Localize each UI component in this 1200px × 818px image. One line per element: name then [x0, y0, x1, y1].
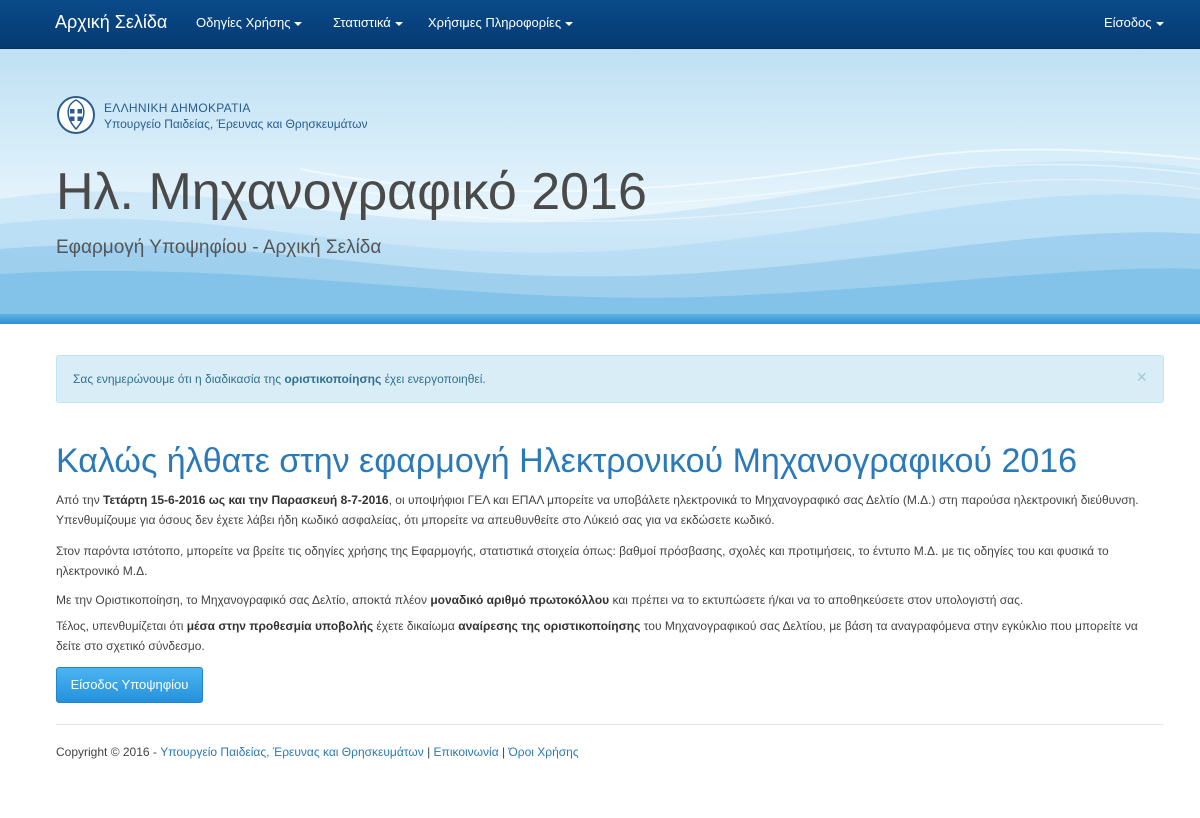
- p3-bold: μοναδικό αριθμό πρωτοκόλλου: [430, 593, 610, 607]
- nav-brand-home[interactable]: Αρχική Σελίδα: [55, 11, 167, 33]
- nav-login-label: Είσοδος: [1104, 15, 1152, 30]
- alert-text-post: έχει ενεργοποιηθεί.: [381, 372, 486, 386]
- p3-a: Με την Οριστικοποίηση, το Μηχανογραφικό …: [56, 593, 431, 607]
- p1-a: Από την: [56, 493, 104, 507]
- page-subtitle: Εφαρμογή Υποψηφίου - Αρχική Σελίδα: [56, 237, 382, 258]
- caret-down-icon: [394, 21, 403, 26]
- alert-text-bold: οριστικοποίησης: [284, 372, 382, 386]
- greek-emblem-icon: [57, 96, 95, 134]
- paragraph-site-info: Στον παρόντα ιστότοπο, μπορείτε να βρείτ…: [56, 544, 1109, 578]
- p3-c: και πρέπει να το εκτυπώσετε ή/και να το …: [609, 593, 1024, 607]
- alert-text-pre: Σας ενημερώνουμε ότι η διαδικασία της: [73, 372, 285, 386]
- nav-statistics-label: Στατιστικά: [333, 15, 391, 30]
- caret-down-icon: [565, 21, 574, 26]
- p1-dates: Τετάρτη 15-6-2016 ως και την Παρασκευή 8…: [103, 493, 389, 507]
- caret-down-icon: [1155, 21, 1164, 26]
- footer-divider: [56, 724, 1164, 725]
- top-navbar: Αρχική Σελίδα Οδηγίες Χρήσης Στατιστικά …: [0, 0, 1200, 49]
- paragraph-reminder: Τέλος, υπενθυμίζεται ότι μέσα στην προθε…: [56, 616, 1164, 656]
- p4-bold-deadline: μέσα στην προθεσμία υποβολής: [186, 619, 374, 633]
- footer-ministry-link[interactable]: Υπουργείο Παιδείας, Έρευνας και Θρησκευμ…: [160, 745, 424, 759]
- alert-message: Σας ενημερώνουμε ότι η διαδικασία της ορ…: [73, 372, 486, 386]
- nav-instructions-label: Οδηγίες Χρήσης: [196, 15, 291, 30]
- paragraph-dates: Από την Τετάρτη 15-6-2016 ως και την Παρ…: [56, 490, 1164, 530]
- gov-line-ministry: Υπουργείο Παιδείας, Έρευνας και Θρησκευμ…: [104, 117, 368, 131]
- caret-down-icon: [294, 21, 303, 26]
- footer-separator: |: [423, 745, 434, 759]
- nav-useful-info[interactable]: Χρήσιμες Πληροφορίες: [428, 15, 574, 31]
- close-icon[interactable]: ×: [1136, 368, 1147, 386]
- footer-contact-link[interactable]: Επικοινωνία: [434, 745, 499, 759]
- info-alert: Σας ενημερώνουμε ότι η διαδικασία της ορ…: [56, 355, 1164, 403]
- nav-statistics[interactable]: Στατιστικά: [333, 15, 403, 31]
- footer-terms-link[interactable]: Όροι Χρήσης: [508, 745, 578, 759]
- nav-login[interactable]: Είσοδος: [1104, 15, 1164, 31]
- gov-line-republic: ΕΛΛΗΝΙΚΗ ΔΗΜΟΚΡΑΤΙΑ: [104, 101, 251, 115]
- footer-copyright: Copyright © 2016 -: [56, 745, 161, 759]
- p4-c: έχετε δικαίωμα: [373, 619, 459, 633]
- p4-bold-cancel: αναίρεσης της οριστικοποίησης: [458, 619, 641, 633]
- p4-a: Τέλος, υπενθυμίζεται ότι: [56, 619, 187, 633]
- candidate-login-button[interactable]: Είσοδος Υποψηφίου: [56, 667, 203, 703]
- paragraph-finalization: Με την Οριστικοποίηση, το Μηχανογραφικό …: [56, 590, 1164, 610]
- footer: Copyright © 2016 - Υπουργείο Παιδείας, Έ…: [56, 745, 579, 759]
- nav-useful-info-label: Χρήσιμες Πληροφορίες: [428, 15, 562, 30]
- footer-separator: |: [498, 745, 509, 759]
- header-bottom-band: [0, 314, 1200, 324]
- welcome-heading: Καλώς ήλθατε στην εφαρμογή Ηλεκτρονικού …: [56, 442, 1078, 480]
- nav-instructions[interactable]: Οδηγίες Χρήσης: [196, 15, 303, 31]
- page-title: Ηλ. Μηχανογραφικό 2016: [56, 163, 647, 221]
